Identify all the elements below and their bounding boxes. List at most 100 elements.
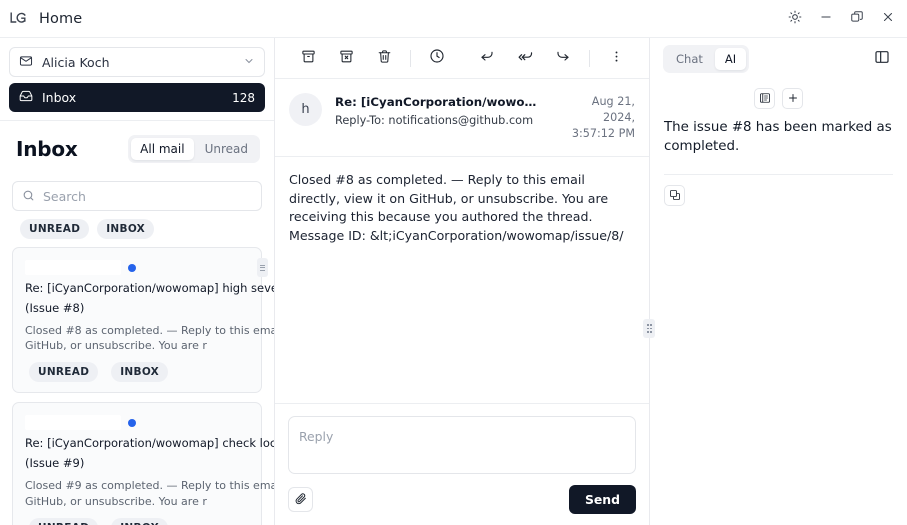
attach-button[interactable]: [288, 487, 313, 512]
search-box[interactable]: [12, 181, 262, 211]
sun-icon: [788, 9, 802, 28]
tab-ai[interactable]: AI: [714, 47, 747, 70]
reply-icon: [479, 48, 495, 68]
theme-toggle-button[interactable]: [779, 4, 810, 34]
tag-unread[interactable]: UNREAD: [29, 517, 99, 525]
tab-unread[interactable]: Unread: [196, 138, 257, 160]
mail-header-date: Aug 21, 2024, 3:57:12 PM: [561, 93, 635, 143]
unread-dot-icon: [128, 263, 136, 272]
account-switcher[interactable]: Alicia Koch: [9, 47, 265, 77]
assistant-tools: [650, 79, 907, 116]
avatar: h: [289, 93, 322, 126]
assistant-actions: [650, 175, 907, 206]
new-chat-button[interactable]: [782, 88, 803, 109]
mail-subject: Re: [iCyanCorporation/wowomap] high seve…: [25, 281, 274, 295]
archive-x-icon: [339, 49, 354, 68]
panel-toggle-button[interactable]: [871, 48, 893, 70]
account-switcher-wrap: Alicia Koch: [0, 38, 274, 83]
mail-date-line1: Aug 21, 2024,: [591, 95, 635, 125]
reply-all-button[interactable]: [506, 43, 544, 73]
mail-snippet-line2: GitHub, or unsubscribe. You are r: [25, 339, 207, 353]
mail-date-line2: 3:57:12 PM: [571, 127, 635, 141]
tag-inbox[interactable]: INBOX: [111, 362, 169, 383]
chevron-down-icon: [243, 55, 255, 70]
mail-list[interactable]: Re: [iCyanCorporation/wowomap] high seve…: [0, 247, 274, 525]
app-window: Home Alicia Koch Inbox 128 Inbox All mai…: [0, 0, 907, 525]
minimize-icon: [819, 9, 833, 28]
mail-reader: h Re: [iCyanCorporation/wowomap] high… R…: [275, 38, 655, 525]
mail-sender-row: [25, 413, 249, 432]
unread-dot-icon: [128, 418, 136, 427]
panel-resize-handle[interactable]: [643, 319, 655, 338]
forward-button[interactable]: [544, 43, 582, 73]
lg-logo-icon: [9, 10, 27, 28]
notes-button[interactable]: [754, 88, 775, 109]
mail-tags: UNREAD INBOX: [25, 517, 249, 525]
reply-button[interactable]: [468, 43, 506, 73]
tag-unread[interactable]: UNREAD: [29, 362, 99, 383]
search-input[interactable]: [43, 188, 252, 204]
snooze-button[interactable]: [418, 43, 456, 73]
tag-inbox[interactable]: INBOX: [111, 517, 169, 525]
assistant-tabs: Chat AI: [663, 44, 750, 73]
mail-snippet-line2: GitHub, or unsubscribe. You are r: [25, 494, 207, 508]
assistant-header: Chat AI: [650, 38, 907, 79]
tag-unread-floating[interactable]: UNREAD: [20, 219, 90, 239]
maximize-button[interactable]: [841, 4, 872, 34]
table-row[interactable]: Re: [iCyanCorporation/wowomap] check loc…: [12, 402, 274, 525]
page-title: Home: [39, 10, 83, 27]
mail-header-subject: Re: [iCyanCorporation/wowomap] high…: [335, 95, 548, 109]
restore-icon: [850, 9, 864, 28]
copy-button[interactable]: [664, 184, 685, 206]
table-row[interactable]: Re: [iCyanCorporation/wowomap] high seve…: [12, 247, 274, 394]
send-button[interactable]: Send: [568, 485, 636, 514]
reply-area: Reply Send: [275, 403, 649, 525]
mail-header: h Re: [iCyanCorporation/wowomap] high… R…: [275, 79, 649, 157]
move-to-junk-button[interactable]: [327, 43, 365, 73]
tag-inbox-floating[interactable]: INBOX: [97, 219, 155, 239]
plus-icon: [787, 89, 799, 108]
mail-sidebar: Alicia Koch Inbox 128 Inbox All mail Unr…: [0, 38, 275, 525]
mail-list-header: Inbox All mail Unread: [0, 120, 274, 173]
floating-tag-row: UNREAD INBOX: [0, 217, 274, 247]
close-icon: [881, 9, 895, 28]
assistant-message: The issue #8 has been marked as complete…: [664, 120, 892, 155]
reply-placeholder: Reply: [299, 429, 334, 444]
mail-toolbar: [275, 38, 649, 79]
mail-body: Closed #8 as completed. — Reply to this …: [289, 171, 624, 244]
mail-list-title: Inbox: [16, 137, 78, 161]
app-body: Alicia Koch Inbox 128 Inbox All mail Unr…: [0, 37, 907, 525]
mail-header-text: Re: [iCyanCorporation/wowomap] high… Rep…: [335, 93, 548, 127]
title-bar: Home: [0, 0, 907, 37]
mail-subject-line2: (Issue #9): [25, 455, 85, 470]
mail-subject: Re: [iCyanCorporation/wowomap] check loc…: [25, 436, 274, 451]
mail-sender-row: [25, 258, 268, 277]
tab-all-mail[interactable]: All mail: [131, 138, 194, 160]
window-controls: [779, 0, 903, 37]
forward-icon: [555, 48, 571, 68]
more-options-button[interactable]: [597, 43, 635, 73]
sidebar-item-count: 128: [232, 90, 255, 105]
more-vertical-icon: [609, 49, 624, 68]
sidebar-item-inbox[interactable]: Inbox 128: [9, 83, 265, 112]
close-button[interactable]: [872, 4, 903, 34]
search-wrap: [0, 173, 274, 217]
reply-input[interactable]: Reply: [288, 416, 636, 474]
toolbar-divider: [589, 49, 590, 67]
archive-icon: [301, 49, 316, 68]
row-resize-handle[interactable]: [257, 258, 268, 277]
minimize-button[interactable]: [810, 4, 841, 34]
grip-dots-icon: [647, 324, 652, 333]
sidebar-item-label: Inbox: [42, 90, 77, 105]
toolbar-divider: [410, 49, 411, 67]
mail-filter-tabs: All mail Unread: [128, 135, 260, 163]
reply-actions: Send: [288, 485, 636, 514]
mail-sender-name: [25, 415, 121, 431]
mail-header-reply-to: Reply-To: notifications@github.com: [335, 114, 534, 127]
mail-subject-line2: (Issue #8): [25, 300, 85, 315]
reply-all-icon: [517, 48, 534, 69]
tab-chat[interactable]: Chat: [666, 48, 713, 70]
delete-button[interactable]: [365, 43, 403, 73]
archive-button[interactable]: [289, 43, 327, 73]
paperclip-icon: [294, 490, 307, 509]
